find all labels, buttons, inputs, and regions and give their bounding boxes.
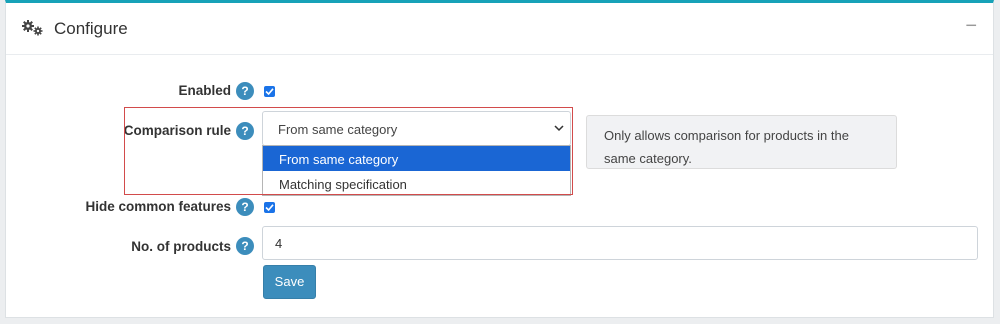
option-matching-specification[interactable]: Matching specification [263,171,570,196]
collapse-icon[interactable]: − [965,15,977,38]
comparison-rule-dropdown: From same category Matching specificatio… [262,145,571,196]
comparison-rule-row: Comparison rule [6,123,231,143]
hide-common-features-row: Hide common features [6,199,231,219]
panel-header: Configure − [6,3,993,55]
comparison-rule-selected-value: From same category [278,122,398,137]
help-icon-comparison-rule[interactable]: ? [236,122,254,140]
help-icon-hide-common-features[interactable]: ? [236,198,254,216]
hint-text: Only allows comparison for products in t… [604,128,849,166]
option-from-same-category[interactable]: From same category [263,146,570,171]
enabled-checkbox[interactable] [264,86,275,97]
comparison-rule-label: Comparison rule [123,123,231,138]
enabled-row: Enabled [6,83,231,103]
comparison-rule-select[interactable]: From same category [262,111,571,146]
hide-common-features-label: Hide common features [85,199,231,214]
hide-common-features-checkbox[interactable] [264,202,275,213]
enabled-label: Enabled [178,83,231,98]
comparison-rule-hint: Only allows comparison for products in t… [586,115,897,169]
help-icon-num-products[interactable]: ? [236,237,254,255]
chevron-down-icon [554,125,564,132]
num-products-label: No. of products [131,239,231,254]
num-products-row: No. of products [6,239,231,259]
num-products-value: 4 [275,236,283,251]
num-products-input[interactable]: 4 [262,226,978,260]
panel-title: Configure [54,19,128,38]
save-button[interactable]: Save [263,265,316,299]
gears-icon [22,20,43,36]
help-icon-enabled[interactable]: ? [236,82,254,100]
